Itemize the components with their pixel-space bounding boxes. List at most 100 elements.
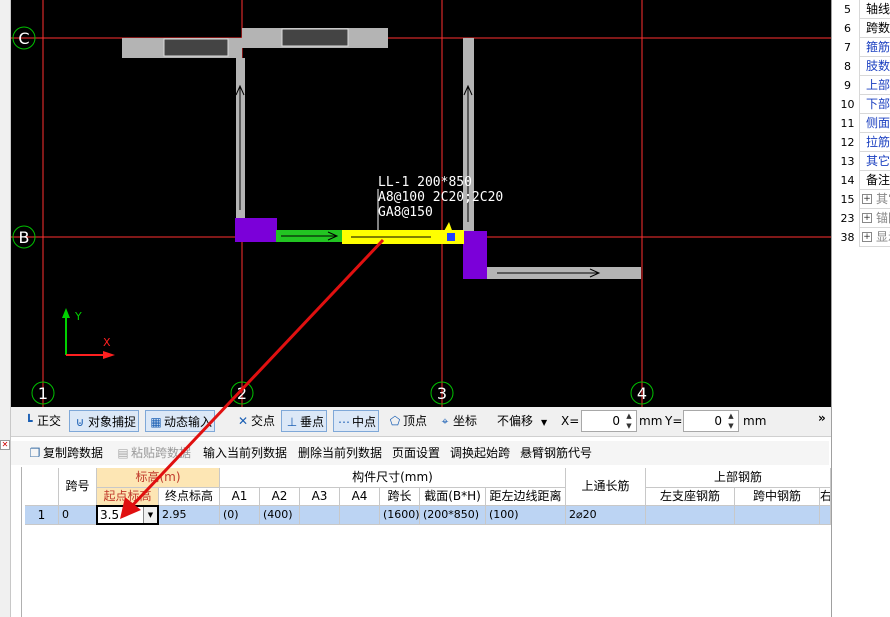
coordinate-button[interactable]: ⌖ 坐标 bbox=[435, 410, 479, 432]
start-elevation-input[interactable]: 3.5 ▼ bbox=[96, 505, 159, 525]
property-row[interactable]: 5 轴线 bbox=[836, 0, 890, 19]
ortho-button[interactable]: ┗ 正交 bbox=[19, 410, 63, 432]
ucs-x-label: X bbox=[103, 336, 111, 349]
expand-icon[interactable]: + bbox=[862, 194, 872, 204]
ucs-icon: Y X bbox=[62, 308, 115, 359]
axis-label-b: B bbox=[19, 228, 30, 247]
left-support-cell[interactable] bbox=[646, 506, 735, 525]
span-no-cell[interactable]: 0 bbox=[59, 506, 97, 525]
a2-cell[interactable]: (400) bbox=[260, 506, 300, 525]
vertex-button[interactable]: ⬠ 顶点 bbox=[385, 410, 429, 432]
swap-start-button[interactable]: 调换起始跨 bbox=[450, 443, 510, 463]
axis-label-4: 4 bbox=[637, 384, 647, 403]
span_len-header[interactable]: 跨长 bbox=[380, 488, 420, 506]
midpoint-label: 中点 bbox=[352, 415, 377, 429]
a2-header[interactable]: A2 bbox=[260, 488, 300, 506]
coordinate-label: 坐标 bbox=[453, 414, 478, 428]
property-row[interactable]: 6 跨数 bbox=[836, 19, 890, 38]
y-spinner[interactable]: ▲ ▼ bbox=[725, 411, 737, 431]
section-header[interactable]: 截面(B*H) bbox=[420, 488, 486, 506]
y-value: 0 bbox=[714, 414, 722, 428]
property-panel: 5轴线6跨数7箍筋8肢数9上部10下部11侧面12拉筋13其它14备注15+其它… bbox=[831, 0, 890, 617]
property-row[interactable]: 38+ 显示 bbox=[836, 228, 890, 247]
property-row[interactable]: 12 拉筋 bbox=[836, 133, 890, 152]
property-row-number: 38 bbox=[836, 228, 860, 247]
midpoint-button[interactable]: ⋯ 中点 bbox=[333, 410, 380, 432]
beam-top-left-inner bbox=[163, 38, 229, 57]
beam-grip-point[interactable] bbox=[447, 233, 455, 241]
beam-top-right-inner bbox=[281, 28, 349, 47]
a3-header[interactable]: A3 bbox=[300, 488, 340, 506]
page-setup-button[interactable]: 页面设置 bbox=[392, 443, 440, 463]
property-row-name: 箍筋 bbox=[866, 40, 890, 54]
a1-cell[interactable]: (0) bbox=[220, 506, 260, 525]
chevron-down-icon: ▼ bbox=[541, 418, 548, 427]
property-row[interactable]: 23+ 锚固 bbox=[836, 209, 890, 228]
offset-select[interactable]: 不偏移 ▼ bbox=[495, 410, 549, 432]
top-through-cell[interactable]: 2⌀20 bbox=[566, 506, 646, 525]
start-elevation-header[interactable]: 起点标高 bbox=[97, 488, 159, 506]
support-right bbox=[463, 231, 487, 279]
property-row[interactable]: 8 肢数 bbox=[836, 57, 890, 76]
a4-header[interactable]: A4 bbox=[340, 488, 380, 506]
expand-icon[interactable]: + bbox=[862, 232, 872, 242]
property-row[interactable]: 13 其它 bbox=[836, 152, 890, 171]
property-row-name: 下部 bbox=[866, 97, 890, 111]
property-row[interactable]: 14 备注 bbox=[836, 171, 890, 190]
x-spinner[interactable]: ▲ ▼ bbox=[623, 411, 635, 431]
intersection-button[interactable]: ✕ 交点 bbox=[233, 410, 277, 432]
y-unit: mm bbox=[743, 414, 767, 428]
x-coordinate-input[interactable]: 0 ▲ ▼ bbox=[581, 410, 637, 432]
panel-close-icon[interactable]: ✕ bbox=[0, 440, 10, 450]
perpendicular-button[interactable]: ⊥ 垂点 bbox=[281, 410, 328, 432]
property-row[interactable]: 10 下部 bbox=[836, 95, 890, 114]
section-cell[interactable]: (200*850) bbox=[420, 506, 486, 525]
property-row[interactable]: 9 上部 bbox=[836, 76, 890, 95]
input-column-button[interactable]: 输入当前列数据 bbox=[203, 443, 287, 463]
start-elevation-value: 3.5 bbox=[100, 508, 120, 522]
object-snap-label: 对象捕捉 bbox=[88, 415, 137, 429]
vertex-icon: ⬠ bbox=[389, 414, 401, 428]
end-elevation-header[interactable]: 终点标高 bbox=[159, 488, 220, 506]
snap-toolbar: ┗ 正交 ⊍ 对象捕捉 ▦ 动态输入 ✕ 交点 ⊥ 垂点 ⋯ 中点 ⬠ 顶点 ⌖ 坐标 不偏移 ▼… bbox=[11, 407, 831, 437]
object-snap-button[interactable]: ⊍ 对象捕捉 bbox=[69, 410, 140, 432]
a1-header[interactable]: A1 bbox=[220, 488, 260, 506]
dynamic-input-button[interactable]: ▦ 动态输入 bbox=[145, 410, 216, 432]
delete-column-button[interactable]: 删除当前列数据 bbox=[298, 443, 382, 463]
a4-cell[interactable] bbox=[340, 506, 380, 525]
property-row-number: 8 bbox=[836, 57, 860, 76]
cantilever-button[interactable]: 悬臂钢筋代号 bbox=[520, 443, 592, 463]
property-row-name: 侧面 bbox=[866, 116, 890, 130]
perpendicular-icon: ⊥ bbox=[286, 415, 298, 429]
top-through-header[interactable]: 上通长筋 bbox=[566, 468, 646, 506]
left-dock-edge bbox=[0, 0, 11, 617]
support-left bbox=[235, 218, 277, 242]
mid-span-header[interactable]: 跨中钢筋 bbox=[735, 488, 820, 506]
property-row[interactable]: 7 箍筋 bbox=[836, 38, 890, 57]
property-row[interactable]: 11 侧面 bbox=[836, 114, 890, 133]
a3-cell[interactable] bbox=[300, 506, 340, 525]
edge_dist-cell[interactable]: (100) bbox=[486, 506, 566, 525]
property-row[interactable]: 15+ 其它 bbox=[836, 190, 890, 209]
row-number[interactable]: 1 bbox=[25, 506, 59, 525]
edge_dist-header[interactable]: 距左边线距离 bbox=[486, 488, 566, 506]
row-number-header bbox=[25, 468, 59, 506]
mid-span-cell[interactable] bbox=[735, 506, 820, 525]
y-label: Y= bbox=[665, 414, 683, 428]
y-coordinate-input[interactable]: 0 ▲ ▼ bbox=[683, 410, 739, 432]
drawing-svg[interactable]: 1 2 3 4 C B LL-1 200*850 A8@100 2C20;2C2… bbox=[11, 0, 831, 407]
property-row-number: 10 bbox=[836, 95, 860, 114]
drawing-canvas[interactable]: 1 2 3 4 C B LL-1 200*850 A8@100 2C20;2C2… bbox=[11, 0, 831, 407]
span_len-cell[interactable]: (1600) bbox=[380, 506, 420, 525]
end-elevation-cell[interactable]: 2.95 bbox=[159, 506, 220, 525]
toolbar-more-button[interactable]: » bbox=[816, 407, 828, 429]
copy-span-button[interactable]: ❐ 复制跨数据 bbox=[27, 443, 103, 463]
right-support-header[interactable]: 右 bbox=[820, 488, 831, 506]
chevron-down-icon[interactable]: ▼ bbox=[143, 507, 157, 523]
paste-span-button[interactable]: ▤ 粘贴跨数据 bbox=[115, 443, 191, 463]
property-row-name: 其它 bbox=[876, 192, 890, 206]
expand-icon[interactable]: + bbox=[862, 213, 872, 223]
top-rebar-group-header: 上部钢筋 bbox=[646, 468, 831, 488]
right-support-cell[interactable] bbox=[820, 506, 831, 525]
left-support-header[interactable]: 左支座钢筋 bbox=[646, 488, 735, 506]
